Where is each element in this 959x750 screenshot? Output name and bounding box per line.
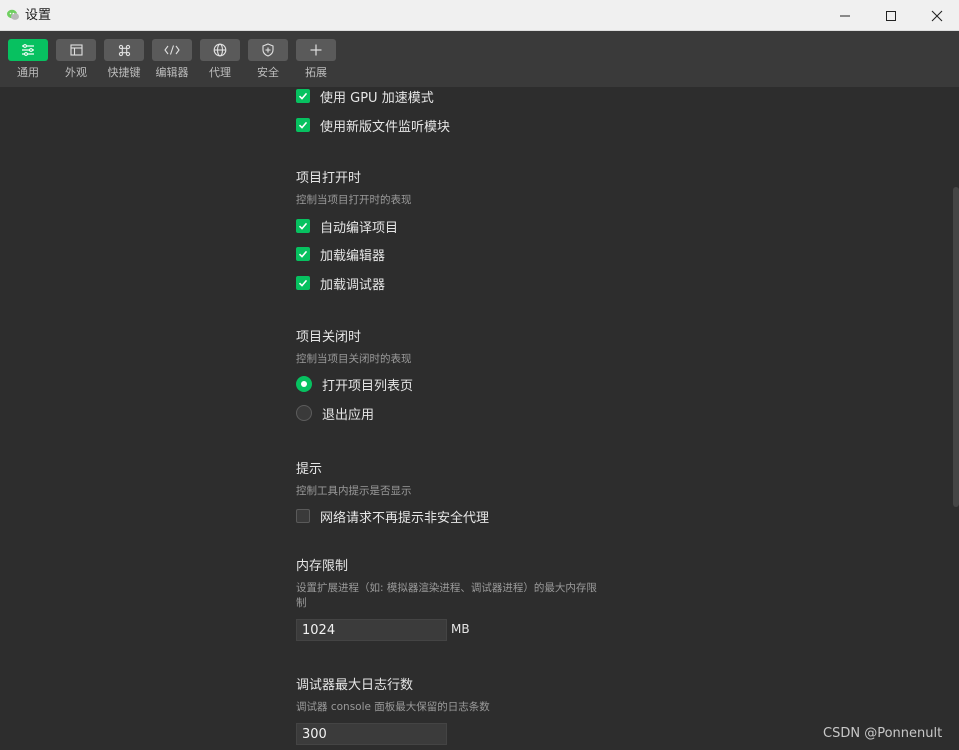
memory-limit-desc-line2: 制 — [296, 597, 307, 609]
hints-desc: 控制工具内提示是否显示 — [296, 485, 412, 497]
new-file-watcher-label: 使用新版文件监听模块 — [320, 119, 451, 135]
check-icon — [298, 279, 308, 287]
tab-proxy[interactable]: 代理 — [200, 39, 240, 79]
checkbox-checked[interactable] — [296, 219, 310, 233]
checkbox-unchecked[interactable] — [296, 509, 310, 523]
app-logo-icon — [7, 9, 19, 20]
vertical-scrollbar[interactable] — [953, 87, 959, 750]
tab-shortcuts-button[interactable] — [104, 39, 144, 61]
no-insecure-proxy-hint-option[interactable]: 网络请求不再提示非安全代理 — [296, 507, 490, 526]
settings-toolbar: 通用 外观 快捷键 编辑器 代理 安全 拓展 — [0, 31, 959, 87]
memory-limit-desc-line1: 设置扩展进程（如: 模拟器渲染进程、调试器进程）的最大内存限 — [296, 582, 597, 594]
checkbox-checked[interactable] — [296, 247, 310, 261]
tab-editor-button[interactable] — [152, 39, 192, 61]
globe-icon — [213, 43, 227, 57]
window-icon — [69, 44, 83, 56]
minimize-button[interactable] — [822, 0, 868, 31]
gpu-acceleration-label: 使用 GPU 加速模式 — [320, 90, 434, 106]
open-project-list-label: 打开项目列表页 — [322, 378, 414, 394]
tab-proxy-button[interactable] — [200, 39, 240, 61]
load-debugger-option[interactable]: 加载调试器 — [296, 274, 386, 293]
watermark-text: CSDN @Ponnenult — [823, 726, 943, 741]
tab-security-button[interactable] — [248, 39, 288, 61]
open-project-list-option[interactable]: 打开项目列表页 — [296, 375, 414, 394]
check-icon — [298, 92, 308, 100]
new-file-watcher-option[interactable]: 使用新版文件监听模块 — [296, 116, 451, 135]
no-insecure-proxy-hint-label: 网络请求不再提示非安全代理 — [320, 510, 490, 526]
scrollbar-thumb[interactable] — [953, 187, 959, 507]
tab-security[interactable]: 安全 — [248, 39, 288, 79]
code-icon — [164, 45, 180, 55]
tab-general[interactable]: 通用 — [8, 39, 48, 79]
close-icon — [931, 10, 943, 21]
gpu-acceleration-option[interactable]: 使用 GPU 加速模式 — [296, 87, 434, 106]
load-editor-option[interactable]: 加载编辑器 — [296, 245, 386, 264]
tab-extensions-label: 拓展 — [305, 66, 327, 79]
project-open-desc: 控制当项目打开时的表现 — [296, 194, 412, 206]
memory-limit-input[interactable] — [296, 619, 447, 641]
settings-list-icon — [22, 44, 34, 56]
maximize-button[interactable] — [868, 0, 914, 31]
settings-content: 使用 GPU 加速模式 使用新版文件监听模块 项目打开时 控制当项目打开时的表现… — [0, 87, 959, 750]
window-title: 设置 — [25, 8, 52, 23]
tab-appearance[interactable]: 外观 — [56, 39, 96, 79]
radio-unselected[interactable] — [296, 405, 312, 421]
tab-extensions-button[interactable] — [296, 39, 336, 61]
debugger-log-lines-input[interactable] — [296, 723, 447, 745]
checkbox-checked[interactable] — [296, 118, 310, 132]
project-close-desc: 控制当项目关闭时的表现 — [296, 353, 412, 365]
project-open-title: 项目打开时 — [296, 171, 362, 186]
tab-editor[interactable]: 编辑器 — [152, 39, 192, 79]
hints-title: 提示 — [296, 462, 323, 477]
close-button[interactable] — [914, 0, 959, 31]
memory-limit-title: 内存限制 — [296, 559, 349, 574]
project-close-title: 项目关闭时 — [296, 330, 362, 345]
auto-compile-option[interactable]: 自动编译项目 — [296, 217, 399, 236]
memory-unit-label: MB — [451, 622, 470, 636]
checkbox-checked[interactable] — [296, 89, 310, 103]
maximize-icon — [886, 10, 896, 21]
shield-icon — [262, 43, 274, 57]
load-debugger-label: 加载调试器 — [320, 277, 386, 293]
check-icon — [298, 121, 308, 129]
tab-general-button[interactable] — [8, 39, 48, 61]
tab-shortcuts[interactable]: 快捷键 — [104, 39, 144, 79]
plus-icon — [310, 44, 322, 56]
tab-appearance-button[interactable] — [56, 39, 96, 61]
auto-compile-label: 自动编译项目 — [320, 220, 399, 236]
check-icon — [298, 250, 308, 258]
title-bar: 设置 — [0, 0, 959, 31]
minimize-icon — [840, 15, 850, 16]
debugger-log-desc: 调试器 console 面板最大保留的日志条数 — [296, 701, 490, 713]
check-icon — [298, 222, 308, 230]
load-editor-label: 加载编辑器 — [320, 248, 386, 264]
quit-app-label: 退出应用 — [322, 407, 375, 423]
checkbox-checked[interactable] — [296, 276, 310, 290]
quit-app-option[interactable]: 退出应用 — [296, 404, 375, 423]
tab-extensions[interactable]: 拓展 — [296, 39, 336, 79]
radio-selected[interactable] — [296, 376, 312, 392]
command-key-icon — [118, 44, 130, 56]
debugger-log-title: 调试器最大日志行数 — [296, 678, 414, 693]
